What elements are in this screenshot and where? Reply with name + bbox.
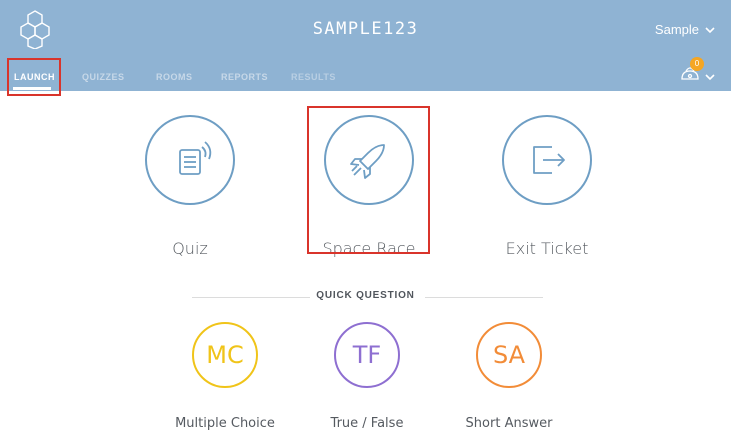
quick-question-sa[interactable]: SA Short Answer: [444, 322, 574, 431]
user-name: Sample: [654, 22, 699, 37]
room-name: SAMPLE123: [312, 19, 419, 39]
mc-circle[interactable]: MC: [192, 322, 258, 388]
quiz-icon: [179, 141, 212, 175]
activity-exit-ticket[interactable]: Exit Ticket: [487, 115, 607, 258]
quiz-circle[interactable]: [145, 115, 235, 205]
sa-label: Short Answer: [465, 416, 553, 431]
activity-label-exit-ticket: Exit Ticket: [505, 239, 589, 258]
exit-ticket-circle[interactable]: [502, 115, 592, 205]
tab-quizzes[interactable]: QUIZZES: [82, 72, 125, 82]
tab-results: RESULTS: [291, 72, 336, 82]
divider-right: [425, 297, 543, 298]
chevron-down-icon: [705, 26, 715, 33]
activity-quiz[interactable]: Quiz: [130, 115, 250, 258]
tf-circle[interactable]: TF: [334, 322, 400, 388]
user-menu[interactable]: Sample: [655, 22, 715, 37]
tab-rooms[interactable]: ROOMS: [156, 72, 193, 82]
space-race-highlight-box: [307, 106, 430, 254]
activity-label-quiz: Quiz: [172, 239, 208, 258]
tf-label: True / False: [330, 416, 404, 431]
mc-label: Multiple Choice: [175, 416, 275, 431]
quick-question-mc[interactable]: MC Multiple Choice: [160, 322, 290, 431]
sa-circle[interactable]: SA: [476, 322, 542, 388]
notification-badge: 0: [690, 57, 704, 71]
quick-question-title: QUICK QUESTION: [316, 290, 415, 301]
top-bar: SAMPLE123 Sample LAUNCH QUIZZES ROOMS RE…: [0, 0, 731, 91]
launch-highlight-box: [7, 58, 61, 96]
exit-ticket-icon: [533, 146, 565, 174]
quick-question-tf[interactable]: TF True / False: [302, 322, 432, 431]
tab-reports[interactable]: REPORTS: [221, 72, 268, 82]
